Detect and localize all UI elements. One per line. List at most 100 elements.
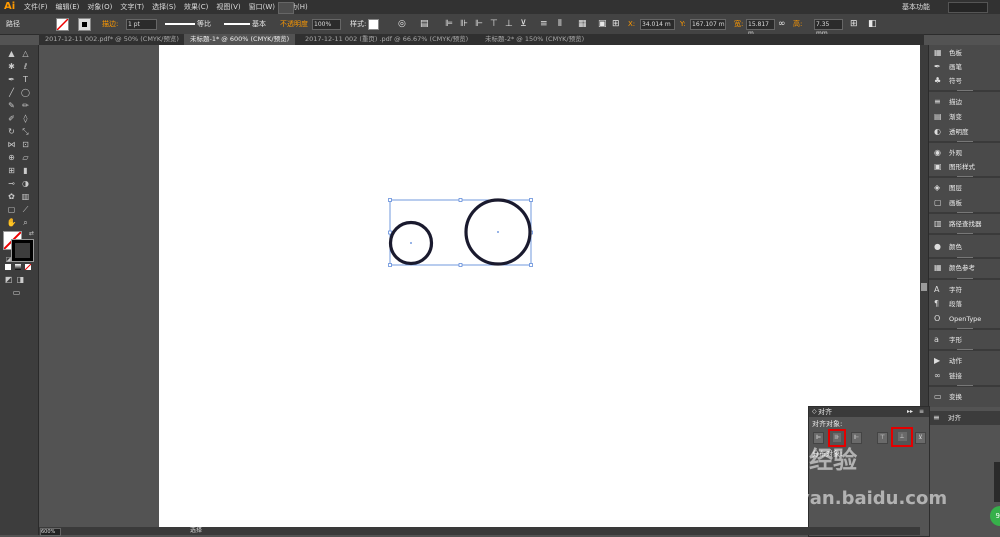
menu-window[interactable]: 窗口(W) (249, 0, 275, 14)
panel-opentype[interactable]: O OpenType (929, 312, 1000, 326)
graph-tool-icon[interactable]: ▥ (20, 192, 31, 202)
gradient-tool-icon[interactable]: ▮ (20, 166, 31, 176)
panel-appearance[interactable]: ◉ 外观 (929, 146, 1000, 160)
fill-swatch[interactable] (56, 18, 69, 31)
screen-mode-icon[interactable]: ▭ (11, 288, 22, 298)
menu-edit[interactable]: 编辑(E) (56, 0, 80, 14)
align-panel-header[interactable]: ◇ 对齐 ▸▸ ≡ (809, 407, 929, 417)
isolate-icon[interactable]: ◧ (868, 14, 877, 34)
status-tool-label[interactable]: 选择 (190, 527, 202, 535)
bridge-button[interactable] (278, 2, 294, 14)
distribute-h-icon[interactable]: ⫴ (558, 14, 562, 34)
hand-tool-icon[interactable]: ✋ (6, 218, 17, 228)
tab-doc-4[interactable]: 未标题-2* @ 150% (CMYK/预览) (479, 34, 590, 45)
panel-actions[interactable]: ▶ 动作 (929, 354, 1000, 368)
help-search-input[interactable] (948, 2, 988, 13)
line-tool-icon[interactable]: ╱ (6, 88, 17, 98)
menu-object[interactable]: 对象(O) (87, 0, 112, 14)
stroke-swatch[interactable] (78, 18, 91, 31)
align-bottom-icon[interactable]: ⊻ (520, 14, 527, 34)
align-hcenter-icon[interactable]: ⊪ (460, 14, 468, 34)
tab-doc-2[interactable]: 未标题-1* @ 600% (CMYK/预览) (184, 34, 296, 45)
panel-transparency[interactable]: ◐ 透明度 (929, 125, 1000, 139)
panel-color[interactable]: ● 颜色 (929, 240, 1000, 254)
handle-bottom-left[interactable] (388, 263, 392, 267)
panel-scrollbar[interactable] (994, 462, 1000, 502)
none-mode-icon[interactable] (25, 264, 31, 270)
panel-color-guide[interactable]: ▦ 颜色参考 (929, 261, 1000, 275)
panel-stroke[interactable]: ≡ 描边 (929, 95, 1000, 109)
slice-tool-icon[interactable]: ⟋ (20, 205, 31, 215)
menu-select[interactable]: 选择(S) (152, 0, 176, 14)
handle-top-left[interactable] (388, 198, 392, 202)
paintbrush-tool-icon[interactable]: ✎ (6, 101, 17, 111)
direct-selection-tool-icon[interactable]: △ (20, 49, 31, 59)
panel-links[interactable]: ∞ 链接 (929, 369, 1000, 383)
selection-bounding-box[interactable] (389, 199, 532, 266)
free-transform-tool-icon[interactable]: ⊡ (20, 140, 31, 150)
blob-brush-tool-icon[interactable]: ✐ (6, 114, 17, 124)
height-field[interactable]: 7.35 mm (814, 19, 843, 37)
handle-bottom-center[interactable] (458, 263, 463, 267)
zoom-tool-icon[interactable]: ⌕ (20, 218, 31, 228)
panel-gradient[interactable]: ▤ 渐变 (929, 110, 1000, 124)
panel-transform[interactable]: ▭ 变换 (929, 390, 1000, 404)
handle-top-right[interactable] (529, 198, 533, 202)
draw-mode-icon[interactable]: ◩ (3, 275, 14, 285)
swap-colors-icon[interactable]: ⇄ (26, 229, 37, 239)
magic-wand-tool-icon[interactable]: ✱ (6, 62, 17, 72)
opacity-field[interactable]: 100% (312, 19, 341, 30)
panel-menu-icon[interactable]: ≡ (919, 407, 924, 417)
transform-icon[interactable]: ⊞ (850, 14, 858, 34)
type-tool-icon[interactable]: T (20, 75, 31, 85)
reference-point-icon[interactable]: ⊞ (612, 14, 620, 34)
pen-tool-icon[interactable]: ✒ (6, 75, 17, 85)
selection-tool-icon[interactable]: ▲ (6, 49, 17, 59)
style-swatch[interactable] (368, 19, 379, 30)
menu-view[interactable]: 视图(V) (216, 0, 240, 14)
rotate-tool-icon[interactable]: ↻ (6, 127, 17, 137)
opacity-label[interactable]: 不透明度 (280, 14, 308, 34)
panel-align[interactable]: ≡ 对齐 (928, 411, 1000, 425)
draw-behind-icon[interactable]: ◨ (15, 275, 26, 285)
panel-character[interactable]: A 字符 (929, 283, 1000, 297)
stroke-label[interactable]: 描边: (102, 14, 118, 34)
shape-builder-tool-icon[interactable]: ⊕ (6, 153, 17, 163)
notification-badge[interactable]: 96 (990, 506, 1000, 526)
workspace-switcher[interactable]: 基本功能 (902, 0, 930, 14)
handle-bottom-right[interactable] (529, 263, 533, 267)
align-icon[interactable]: ▤ (420, 14, 429, 34)
panel-graphic-styles[interactable]: ▣ 图形样式 (929, 160, 1000, 174)
eraser-tool-icon[interactable]: ◊ (20, 114, 31, 124)
panel-swatches[interactable]: ▦ 色板 (929, 46, 1000, 60)
x-field[interactable]: 34.014 m (640, 19, 675, 30)
width-tool-icon[interactable]: ⋈ (6, 140, 17, 150)
align-to-icon[interactable]: ▦ (578, 14, 587, 34)
collapse-icon[interactable]: ◇ (812, 407, 817, 417)
distribute-icon[interactable]: ≡ (540, 14, 548, 34)
panel-symbols[interactable]: ♣ 符号 (929, 74, 1000, 88)
scrollbar-thumb[interactable] (921, 283, 927, 291)
menu-file[interactable]: 文件(F) (24, 0, 48, 14)
tab-doc-3[interactable]: 2017-12-11 002 (重页) .pdf @ 66.67% (CMYK/… (299, 34, 474, 45)
perspective-tool-icon[interactable]: ▱ (20, 153, 31, 163)
constrain-link-icon[interactable]: ∞ (778, 14, 786, 34)
artboard-tool-icon[interactable]: ▢ (6, 205, 17, 215)
align-right-icon[interactable]: ⊩ (475, 14, 483, 34)
panel-artboards[interactable]: ▢ 画板 (929, 196, 1000, 210)
transform-panel-icon[interactable]: ▣ (598, 14, 607, 34)
panel-pathfinder[interactable]: ▥ 路径查找器 (929, 217, 1000, 231)
panel-brushes[interactable]: ✒ 画笔 (929, 60, 1000, 74)
align-top-icon[interactable]: ⊤ (490, 14, 498, 34)
mesh-tool-icon[interactable]: ⊞ (6, 166, 17, 176)
scale-tool-icon[interactable]: ⤡ (20, 127, 31, 137)
ellipse-tool-icon[interactable]: ◯ (20, 88, 31, 98)
panel-paragraph[interactable]: ¶ 段落 (929, 297, 1000, 311)
color-mode-icon[interactable] (5, 264, 11, 270)
panel-glyphs[interactable]: a 字形 (929, 333, 1000, 347)
stroke-color-box[interactable] (11, 239, 34, 262)
recolor-icon[interactable]: ◎ (398, 14, 406, 34)
lasso-tool-icon[interactable]: ℓ (20, 62, 31, 72)
stroke-weight-field[interactable]: 1 pt (126, 19, 157, 30)
handle-top-center[interactable] (458, 198, 463, 202)
